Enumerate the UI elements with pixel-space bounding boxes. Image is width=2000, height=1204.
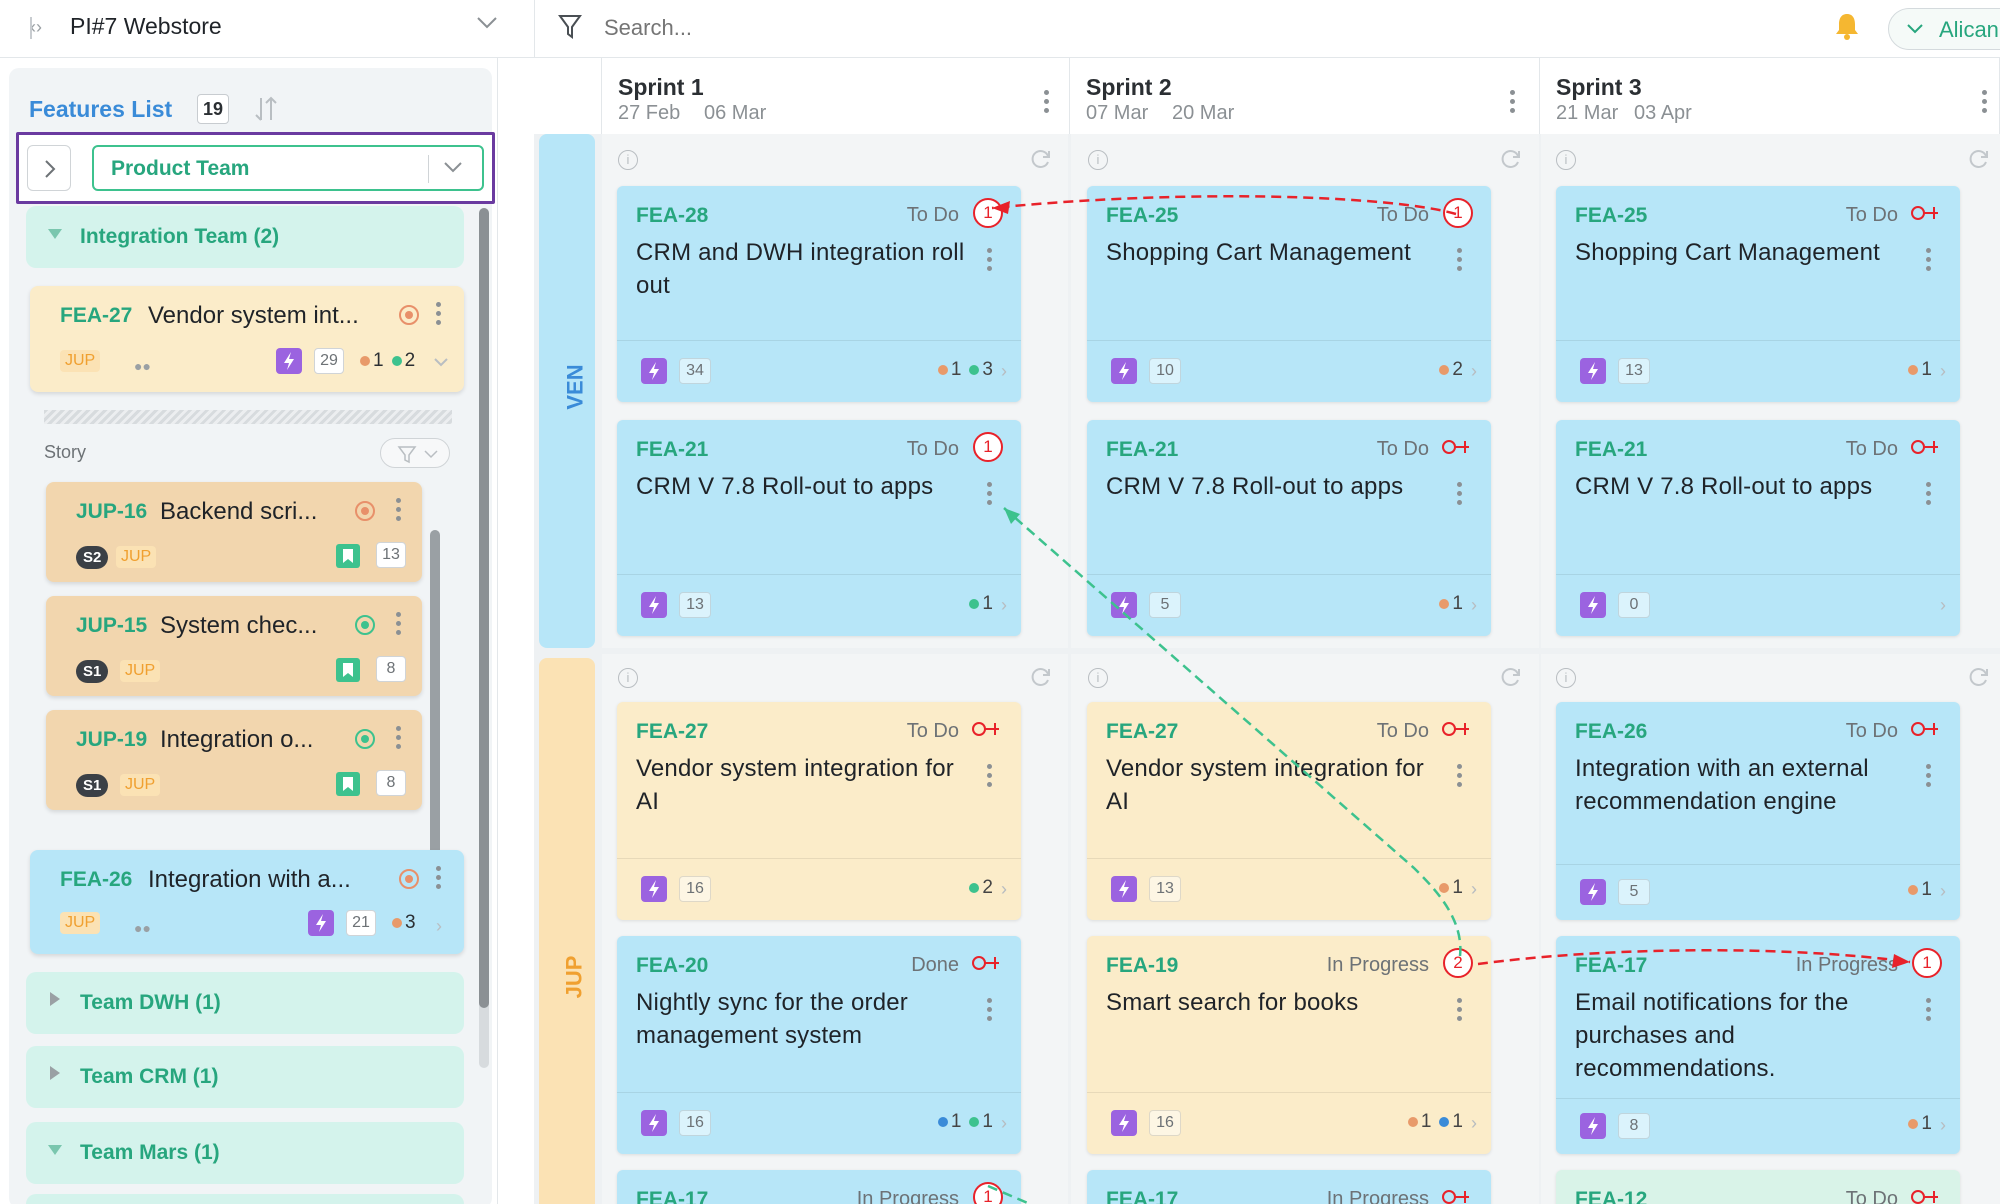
team-chip: JUP — [60, 350, 101, 372]
team-chip: JUP — [120, 774, 161, 796]
panel-scrollbar[interactable] — [479, 208, 489, 1068]
target-icon — [398, 868, 420, 890]
team-group-label: Team DWH (1) — [80, 991, 221, 1014]
count-orange: 3 — [405, 912, 416, 933]
sprint-badge: S1 — [76, 660, 109, 683]
more-options-icon[interactable] — [396, 498, 402, 525]
story-id: JUP-16 — [76, 500, 148, 523]
story-count: 21 — [346, 910, 376, 936]
team-chip: JUP — [120, 660, 161, 682]
story-id: JUP-15 — [76, 614, 148, 637]
arrowhead — [1892, 954, 1910, 968]
story-points: 8 — [376, 770, 406, 796]
target-icon — [354, 728, 376, 750]
dependency-lines — [987, 195, 1911, 1204]
story-id: JUP-19 — [76, 728, 148, 751]
story-filter-button[interactable] — [380, 438, 450, 468]
bookmark-icon — [336, 658, 360, 682]
story-title: Backend scri... — [160, 498, 318, 525]
team-chip: JUP — [116, 546, 157, 568]
feature-title: Integration with a... — [148, 866, 351, 893]
story-points: 13 — [376, 542, 406, 568]
story-card[interactable]: JUP-15 System chec... S1 JUP 8 — [46, 596, 422, 696]
user-menu[interactable]: Alican — [1888, 8, 2000, 50]
stripe-divider — [44, 410, 452, 424]
drag-handle-icon[interactable]: ●● — [134, 358, 151, 374]
team-group-integration[interactable]: Integration Team (2) — [26, 206, 464, 268]
dependency-line-red — [991, 195, 1457, 216]
story-title: System chec... — [160, 612, 318, 639]
target-icon — [354, 614, 376, 636]
bookmark-icon — [336, 544, 360, 568]
features-count-badge: 19 — [197, 94, 229, 124]
chevron-down-icon — [444, 162, 462, 174]
team-group-label: Team CRM (1) — [80, 1065, 219, 1088]
target-icon — [354, 500, 376, 522]
chevron-down-icon[interactable] — [476, 16, 498, 30]
feature-id: FEA-27 — [60, 304, 133, 327]
arrowhead — [992, 201, 1010, 214]
feature-card[interactable]: FEA-26 Integration with a... JUP ●● 21 3… — [30, 850, 464, 954]
more-options-icon[interactable] — [396, 612, 402, 639]
program-title[interactable]: PI#7 Webstore — [70, 13, 222, 40]
bookmark-icon — [336, 772, 360, 796]
team-group-crm[interactable]: Team CRM (1) — [26, 1046, 464, 1108]
triangle-right-icon — [50, 1066, 60, 1080]
team-filter-highlight: Product Team — [16, 132, 495, 204]
feature-id: FEA-26 — [60, 868, 133, 891]
story-card[interactable]: JUP-16 Backend scri... S2 JUP 13 — [46, 482, 422, 582]
search-input[interactable] — [604, 10, 1304, 46]
sprint-badge: S1 — [76, 774, 109, 797]
drag-handle-icon[interactable]: ●● — [134, 920, 151, 936]
team-group-mars[interactable]: Team Mars (1) — [26, 1122, 464, 1184]
lightning-icon — [276, 348, 302, 374]
expand-button[interactable] — [27, 145, 71, 191]
dependency-line-green — [987, 1184, 1031, 1204]
status-counts: 12 — [352, 350, 415, 372]
team-select[interactable]: Product Team — [92, 145, 484, 191]
more-options-icon[interactable] — [396, 726, 402, 753]
target-icon — [398, 304, 420, 326]
triangle-down-icon — [48, 1145, 62, 1155]
team-group-label: Team Mars (1) — [80, 1141, 220, 1164]
dependency-line-green — [1003, 507, 1462, 957]
sort-icon[interactable] — [253, 94, 279, 124]
team-group-dwh[interactable]: Team DWH (1) — [26, 972, 464, 1034]
triangle-right-icon — [50, 992, 60, 1006]
story-label: Story — [44, 442, 87, 462]
count-green: 2 — [404, 350, 416, 371]
team-select-value: Product Team — [111, 157, 250, 180]
chevron-down-icon[interactable] — [434, 358, 448, 368]
dependency-line-red — [1477, 948, 1911, 966]
feature-card[interactable]: FEA-27 Vendor system int... JUP ●● 29 12 — [30, 286, 464, 392]
story-card[interactable]: JUP-19 Integration o... S1 JUP 8 — [46, 710, 422, 810]
team-chip: JUP — [60, 912, 101, 934]
triangle-down-icon — [48, 229, 62, 239]
bell-icon[interactable] — [1834, 12, 1860, 40]
more-options-icon[interactable] — [436, 866, 442, 893]
story-scrollbar[interactable] — [430, 530, 440, 866]
story-points: 8 — [376, 656, 406, 682]
features-list-title: Features List — [29, 96, 173, 122]
user-name: Alican — [1939, 17, 1999, 42]
story-title: Integration o... — [160, 726, 314, 753]
more-options-icon[interactable] — [436, 302, 442, 329]
lightning-icon — [308, 910, 334, 936]
team-group-label: Integration Team (2) — [80, 225, 280, 248]
count-orange: 1 — [373, 350, 384, 371]
feature-title: Vendor system int... — [148, 302, 359, 329]
top-bar: ‹› PI#7 Webstore Alican — [0, 0, 2000, 58]
sprint-badge: S2 — [76, 546, 109, 569]
program-board: Sprint 1 27 Feb 06 Mar Sprint 2 07 Mar 2… — [534, 58, 2000, 1204]
chevron-down-icon — [1907, 24, 1923, 34]
story-count: 29 — [314, 348, 344, 374]
chevron-right-icon[interactable]: › — [436, 916, 442, 937]
status-counts: 3 — [384, 912, 416, 934]
features-panel: Features List 19 Product Team Integratio… — [0, 58, 498, 1204]
filter-icon[interactable] — [558, 14, 582, 40]
